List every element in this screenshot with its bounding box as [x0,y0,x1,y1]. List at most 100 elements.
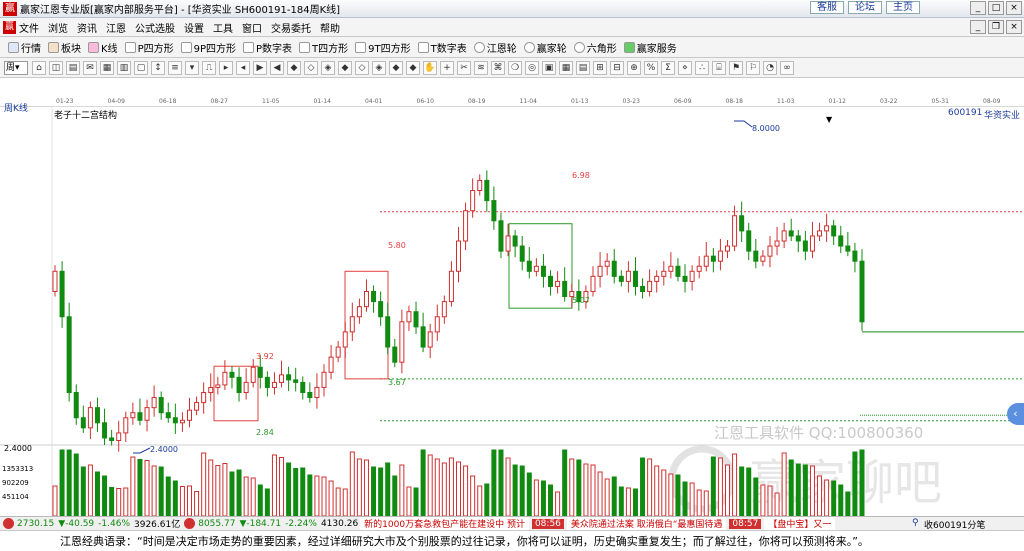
drawing-tool-34-icon[interactable]: ⊟ [610,60,624,75]
drawing-tool-2-icon[interactable]: ▤ [66,60,80,75]
drawing-tool-31-icon[interactable]: ▦ [559,60,573,75]
news-item[interactable]: 【盘中宝】又一 [764,517,836,530]
drawing-tool-12-icon[interactable]: ◂ [236,60,250,75]
drawing-tool-8-icon[interactable]: ≡ [168,60,182,75]
drawing-tool-4-icon[interactable]: ▦ [100,60,114,75]
drawing-tool-18-icon[interactable]: ◆ [338,60,352,75]
volume-bar [363,459,369,517]
volume-bar [158,466,164,517]
kline-button[interactable]: K线 [86,40,118,55]
candle-body [271,381,277,388]
drawing-tool-26-icon[interactable]: ≋ [474,60,488,75]
period-select[interactable]: 周▾ [4,60,28,75]
drawing-tool-19-icon[interactable]: ◇ [355,60,369,75]
candle-body [739,215,745,232]
drawing-tool-17-icon[interactable]: ◈ [321,60,335,75]
drawing-tool-21-icon[interactable]: ◆ [389,60,403,75]
candle-body [590,275,596,293]
child-minimize-icon[interactable]: _ [970,20,986,34]
minimize-icon[interactable]: _ [970,1,986,15]
drawing-tool-29-icon[interactable]: ◎ [525,60,539,75]
drawing-tool-14-icon[interactable]: ◀ [270,60,284,75]
drawing-tool-30-icon[interactable]: ▣ [542,60,556,75]
menu-gann[interactable]: 江恩 [106,20,126,35]
volume-bar [392,475,398,517]
chart-area[interactable]: 江恩工具软件 QQ:100800360 赢家聊吧 8.0000 2.4000 3.9… [0,104,1024,517]
homepage-link[interactable]: 主页 [886,1,920,14]
candle-body [817,230,823,237]
drawing-tool-44-icon[interactable]: ∞ [780,60,794,75]
drawing-tool-41-icon[interactable]: ⚑ [729,60,743,75]
drawing-tool-37-icon[interactable]: Σ [661,60,675,75]
drawing-tool-40-icon[interactable]: ⌸ [712,60,726,75]
menu-info[interactable]: 资讯 [77,20,97,35]
child-close-icon[interactable]: × [1006,20,1022,34]
time-tick-label: 08-19 [468,98,486,105]
drawing-tool-0-icon[interactable]: ⌂ [32,60,46,75]
news-item[interactable]: 美众院通过法案 取消俄白“最惠国待遇 [566,517,727,530]
drawing-tool-5-icon[interactable]: ▥ [117,60,131,75]
drawing-tool-36-icon[interactable]: % [644,60,658,75]
drawing-tool-35-icon[interactable]: ⊕ [627,60,641,75]
drawing-tool-11-icon[interactable]: ▸ [219,60,233,75]
menu-tools[interactable]: 工具 [213,20,233,35]
menu-formula-select[interactable]: 公式选股 [135,20,175,35]
menu-window[interactable]: 窗口 [242,20,262,35]
volume-bar [477,485,483,517]
scroll-right-icon[interactable]: ‹ [1007,403,1024,425]
p-table-button[interactable]: P数字表 [241,40,292,55]
drawing-tool-33-icon[interactable]: ⊞ [593,60,607,75]
drawing-tool-38-icon[interactable]: ⋄ [678,60,692,75]
drawing-tool-28-icon[interactable]: ❍ [508,60,522,75]
winner-service-button[interactable]: 赢家服务 [622,40,677,55]
drawing-tool-32-icon[interactable]: ▤ [576,60,590,75]
menu-help[interactable]: 帮助 [320,20,340,35]
forum-link[interactable]: 论坛 [848,1,882,14]
drawing-tool-27-icon[interactable]: ⌘ [491,60,505,75]
menu-file[interactable]: 文件 [19,20,39,35]
gann-wheel-button[interactable]: 江恩轮 [472,40,517,55]
drawing-tool-15-icon[interactable]: ◆ [287,60,301,75]
drawing-tool-7-icon[interactable]: ↕ [151,60,165,75]
t-square-button[interactable]: T四方形 [297,40,348,55]
drawing-tool-22-icon[interactable]: ◆ [406,60,420,75]
drawing-tool-13-icon[interactable]: ▶ [253,60,267,75]
period-label: 周K线 [4,104,28,114]
quotes-button[interactable]: 行情 [6,40,41,55]
drawing-tool-3-icon[interactable]: ✉ [83,60,97,75]
drawing-tool-39-icon[interactable]: ∴ [695,60,709,75]
drawing-tool-20-icon[interactable]: ◈ [372,60,386,75]
p-square-button[interactable]: P四方形 [123,40,174,55]
child-restore-icon[interactable]: ❐ [988,20,1004,34]
maximize-icon[interactable]: □ [988,1,1004,15]
drawing-tool-42-icon[interactable]: ⚐ [746,60,760,75]
hexagon-button[interactable]: 六角形 [572,40,617,55]
menu-trade[interactable]: 交易委托 [271,20,311,35]
close-icon[interactable]: × [1006,1,1022,15]
drawing-tool-25-icon[interactable]: ✂ [457,60,471,75]
drawing-tool-9-icon[interactable]: ▾ [185,60,199,75]
drawing-tool-16-icon[interactable]: ◇ [304,60,318,75]
volume-bar [470,475,476,517]
candle-body [335,346,341,358]
drawing-tool-6-icon[interactable]: ▢ [134,60,148,75]
stock-code: 600191 [948,108,983,118]
drawing-tool-1-icon[interactable]: ◫ [49,60,63,75]
drawing-tool-24-icon[interactable]: + [440,60,454,75]
menu-browse[interactable]: 浏览 [48,20,68,35]
news-item[interactable]: 新的1000万套急救包产能在建设中 预计 [360,517,529,530]
winner-wheel-button[interactable]: 赢家轮 [522,40,567,55]
customer-service-link[interactable]: 客服 [810,1,844,14]
menu-settings[interactable]: 设置 [184,20,204,35]
9p-square-button[interactable]: 9P四方形 [179,40,236,55]
candle-body [73,392,79,419]
candle-body [859,260,865,323]
sectors-button[interactable]: 板块 [46,40,81,55]
t-table-button[interactable]: T数字表 [416,40,467,55]
drawing-tool-23-icon[interactable]: ✋ [423,60,437,75]
volume-bar [533,479,539,517]
dropdown-arrow-icon[interactable]: ▼ [826,115,832,124]
9t-square-button[interactable]: 9T四方形 [353,40,411,55]
drawing-tool-10-icon[interactable]: ⎍ [202,60,216,75]
drawing-tool-43-icon[interactable]: ◔ [763,60,777,75]
